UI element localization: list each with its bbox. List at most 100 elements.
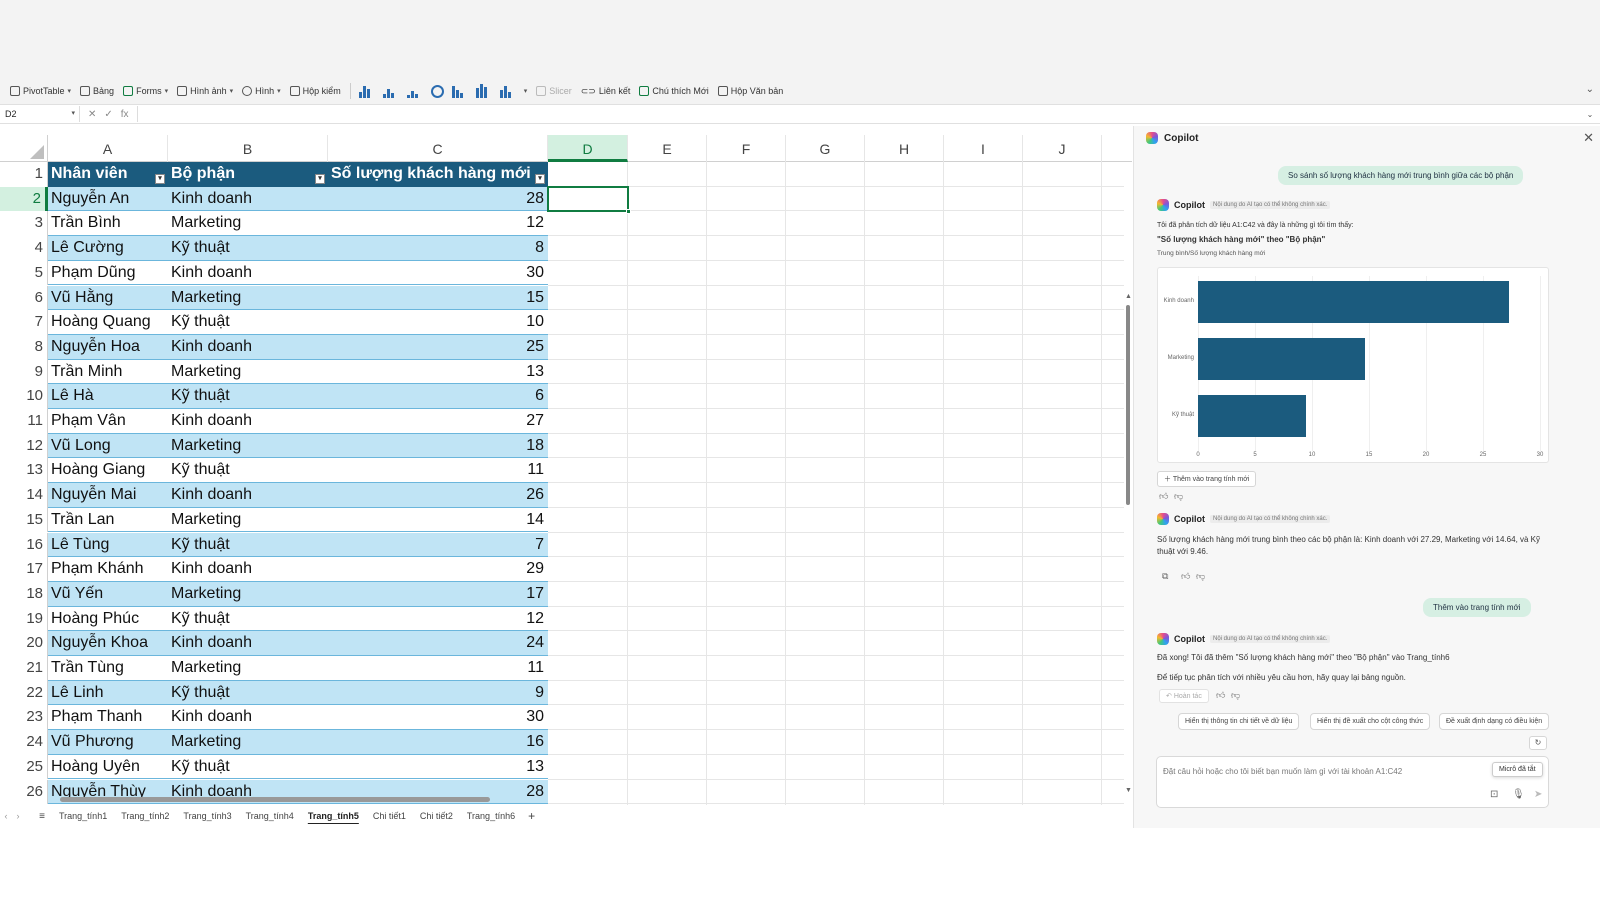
row-header[interactable]: 24 xyxy=(0,730,48,755)
table-cell[interactable]: Marketing xyxy=(168,730,328,755)
table-cell[interactable]: Kỹ thuật xyxy=(168,755,328,780)
table-cell[interactable]: Marketing xyxy=(168,360,328,385)
row-header[interactable]: 20 xyxy=(0,631,48,656)
table-cell[interactable]: 6 xyxy=(328,384,548,409)
table-cell[interactable]: Hoàng Quang xyxy=(48,310,168,335)
thumbs-up-icon[interactable]: 👍︎ xyxy=(1181,571,1190,582)
table-cell[interactable]: Kinh doanh xyxy=(168,557,328,582)
shapes-button[interactable]: Hình ▾ xyxy=(242,86,281,96)
column-chart-button[interactable] xyxy=(358,84,375,98)
column-header-a[interactable]: A xyxy=(48,135,168,162)
all-sheets-menu-icon[interactable]: ≡ xyxy=(32,811,52,822)
select-all-corner[interactable] xyxy=(0,135,48,162)
table-cell[interactable]: Kỹ thuật xyxy=(168,310,328,335)
sheet-tab[interactable]: Trang_tính5 xyxy=(301,811,366,821)
sheet-tab[interactable]: Chi tiết1 xyxy=(366,811,413,821)
row-header[interactable]: 25 xyxy=(0,754,48,780)
row-header[interactable]: 10 xyxy=(0,384,48,409)
line-chart-button[interactable] xyxy=(382,84,399,98)
table-cell[interactable]: 15 xyxy=(328,286,548,311)
scatter-chart-button[interactable] xyxy=(406,84,423,98)
row-header[interactable]: 17 xyxy=(0,557,48,582)
table-cell[interactable]: Nguyễn Mai xyxy=(48,483,168,508)
row-header[interactable]: 13 xyxy=(0,458,48,484)
table-cell[interactable]: Nguyễn Hoa xyxy=(48,335,168,360)
row-header[interactable]: 21 xyxy=(0,656,48,681)
row-header[interactable]: 19 xyxy=(0,606,48,632)
row-header[interactable]: 26 xyxy=(0,779,48,805)
table-cell[interactable]: Kinh doanh xyxy=(168,483,328,508)
table-cell[interactable]: 11 xyxy=(328,656,548,681)
table-cell[interactable]: Hoàng Phúc xyxy=(48,607,168,632)
column-header-g[interactable]: G xyxy=(786,135,865,162)
row-header[interactable]: 9 xyxy=(0,359,48,385)
suggestion-chip[interactable]: Đề xuất định dạng có điều kiện xyxy=(1439,713,1550,730)
row-header[interactable]: 11 xyxy=(0,409,48,434)
enter-icon[interactable]: ✓ xyxy=(104,109,112,120)
microphone-icon[interactable]: 🎙︎ xyxy=(1512,789,1525,800)
function-icon[interactable]: fx xyxy=(121,109,129,120)
table-cell[interactable]: Kỹ thuật xyxy=(168,458,328,483)
table-cell[interactable]: Vũ Yến xyxy=(48,582,168,607)
ribbon-collapse-icon[interactable]: ⌄ xyxy=(1586,84,1594,95)
table-cell[interactable]: 18 xyxy=(328,434,548,459)
bar-chart-button[interactable] xyxy=(451,84,468,98)
table-cell[interactable]: Nguyễn Khoa xyxy=(48,631,168,656)
row-header[interactable]: 7 xyxy=(0,310,48,335)
table-cell[interactable]: Phạm Thanh xyxy=(48,705,168,730)
column-header-c[interactable]: C xyxy=(328,135,548,162)
table-cell[interactable]: Phạm Vân xyxy=(48,409,168,434)
cancel-icon[interactable]: ✕ xyxy=(88,109,96,120)
row-header[interactable]: 5 xyxy=(0,260,48,286)
text-box-button[interactable]: Hộp Văn bản xyxy=(717,86,783,96)
table-cell[interactable]: 30 xyxy=(328,261,548,286)
suggestion-chip[interactable]: Hiển thị thông tin chi tiết về dữ liệu xyxy=(1178,713,1300,730)
table-header-cell[interactable]: Số lượng khách hàng mới ▾ xyxy=(328,162,548,187)
pivottable-button[interactable]: PivotTable ▾ xyxy=(10,86,71,96)
table-cell[interactable]: 12 xyxy=(328,211,548,236)
table-cell[interactable]: 25 xyxy=(328,335,548,360)
row-header[interactable]: 1 xyxy=(0,162,48,187)
table-cell[interactable]: Kinh doanh xyxy=(168,187,328,212)
table-header-cell[interactable]: Nhân viên ▾ xyxy=(48,162,168,187)
table-cell[interactable]: Lê Cường xyxy=(48,236,168,261)
sheet-tab[interactable]: Chi tiết2 xyxy=(413,811,460,821)
thumbs-down-icon[interactable]: 👎︎ xyxy=(1196,571,1205,582)
forms-button[interactable]: Forms ▾ xyxy=(123,86,168,96)
table-cell[interactable]: 14 xyxy=(328,508,548,533)
table-cell[interactable]: Phạm Dũng xyxy=(48,261,168,286)
table-button[interactable]: Bảng xyxy=(80,86,114,96)
pie-chart-button[interactable] xyxy=(430,84,444,98)
table-cell[interactable]: Kỹ thuật xyxy=(168,533,328,558)
more-charts-button[interactable]: ▾ xyxy=(524,87,528,95)
chart-bar[interactable] xyxy=(1198,281,1510,323)
column-header-f[interactable]: F xyxy=(707,135,786,162)
table-cell[interactable]: Trần Tùng xyxy=(48,656,168,681)
table-cell[interactable]: Kinh doanh xyxy=(168,261,328,286)
column-header-b[interactable]: B xyxy=(168,135,328,162)
table-cell[interactable]: Kỹ thuật xyxy=(168,236,328,261)
table-cell[interactable]: Marketing xyxy=(168,434,328,459)
filter-dropdown-icon[interactable]: ▾ xyxy=(155,173,165,184)
table-cell[interactable]: 24 xyxy=(328,631,548,656)
chart-bar[interactable] xyxy=(1198,338,1365,380)
thumbs-down-icon[interactable]: 👎︎ xyxy=(1231,690,1240,701)
add-sheet-icon[interactable]: + xyxy=(522,809,541,823)
spreadsheet-grid[interactable]: ABCDEFGHIJ 1 Nhân viên ▾ Bộ phận ▾ Số lượng k… xyxy=(0,135,1132,815)
row-header[interactable]: 23 xyxy=(0,705,48,731)
table-cell[interactable]: Lê Tùng xyxy=(48,533,168,558)
sheet-tab[interactable]: Trang_tính1 xyxy=(52,811,114,821)
row-header[interactable]: 12 xyxy=(0,433,48,459)
table-header-cell[interactable]: Bộ phận ▾ xyxy=(168,162,328,187)
scroll-up-icon[interactable]: ▲ xyxy=(1125,293,1132,300)
column-header-e[interactable]: E xyxy=(628,135,707,162)
attach-icon[interactable]: ⊡ xyxy=(1490,789,1498,800)
table-cell[interactable]: Kinh doanh xyxy=(168,705,328,730)
table-cell[interactable]: Kinh doanh xyxy=(168,409,328,434)
column-header-j[interactable]: J xyxy=(1023,135,1102,162)
copilot-input-box[interactable]: Đặt câu hỏi hoặc cho tôi biết bạn muốn l… xyxy=(1156,756,1549,808)
next-sheet-icon[interactable]: › xyxy=(12,811,24,821)
filter-dropdown-icon[interactable]: ▾ xyxy=(315,173,325,184)
table-cell[interactable]: 29 xyxy=(328,557,548,582)
chart-bar[interactable] xyxy=(1198,395,1306,437)
